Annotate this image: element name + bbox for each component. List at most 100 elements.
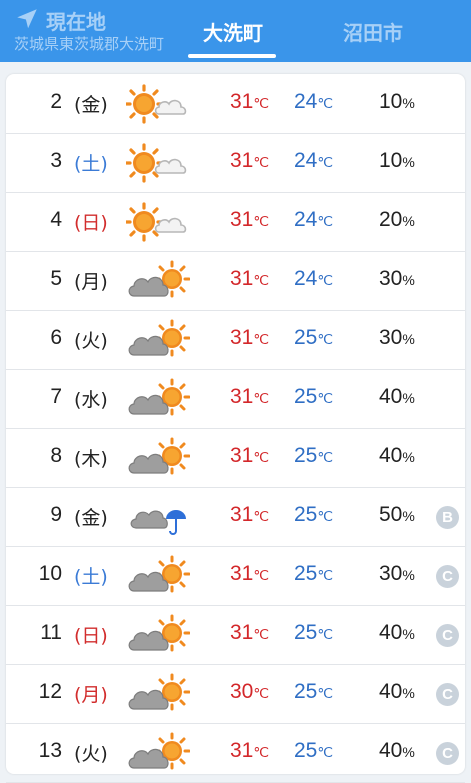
reliability-badge: B bbox=[436, 506, 459, 529]
tab-label: 沼田市 bbox=[343, 21, 403, 45]
precipitation-probability: 10% bbox=[379, 149, 415, 172]
low-temperature: 25℃ bbox=[294, 680, 334, 703]
high-temperature: 31℃ bbox=[230, 90, 270, 113]
header-bar: 現在地 茨城県東茨城郡大洗町 大洗町 沼田市 bbox=[0, 0, 471, 62]
reliability-badge: C bbox=[436, 742, 459, 765]
cloudy-then-sunny-icon bbox=[128, 732, 190, 770]
low-temperature: 24℃ bbox=[294, 208, 334, 231]
high-temperature: 31℃ bbox=[230, 562, 270, 585]
precipitation-probability: 40% bbox=[379, 680, 415, 703]
forecast-row[interactable]: 10 (土) 31℃ 25℃ 30% C bbox=[6, 546, 465, 606]
reliability-badge: C bbox=[436, 565, 459, 588]
day-of-week: (火) bbox=[74, 743, 108, 765]
day-of-week: (月) bbox=[74, 271, 108, 293]
forecast-row[interactable]: 8 (木) 31℃ 25℃ 40% bbox=[6, 428, 465, 488]
forecast-list[interactable]: 2 (金) 31℃ 24℃ 10% 3 (土) 31℃ 24℃ 10% 4 (日… bbox=[6, 74, 465, 783]
day-of-week: (水) bbox=[74, 389, 108, 411]
day-of-week: (木) bbox=[74, 448, 108, 470]
high-temperature: 30℃ bbox=[230, 680, 270, 703]
forecast-row[interactable]: 11 (日) 31℃ 25℃ 40% C bbox=[6, 605, 465, 665]
cloudy-then-sunny-icon bbox=[128, 555, 190, 593]
precipitation-probability: 20% bbox=[379, 208, 415, 231]
low-temperature: 24℃ bbox=[294, 90, 334, 113]
cloudy-then-sunny-icon bbox=[128, 614, 190, 652]
tab-numata[interactable]: 沼田市 bbox=[318, 0, 428, 62]
location-arrow-icon bbox=[17, 9, 37, 29]
day-number: 5 bbox=[50, 267, 62, 290]
cloudy-then-sunny-icon bbox=[128, 319, 190, 357]
day-number: 12 bbox=[38, 680, 62, 703]
low-temperature: 24℃ bbox=[294, 267, 334, 290]
high-temperature: 31℃ bbox=[230, 149, 270, 172]
low-temperature: 25℃ bbox=[294, 444, 334, 467]
forecast-row[interactable]: 6 (火) 31℃ 25℃ 30% bbox=[6, 310, 465, 370]
precipitation-probability: 30% bbox=[379, 326, 415, 349]
day-number: 3 bbox=[50, 149, 62, 172]
day-number: 11 bbox=[40, 621, 62, 644]
day-of-week: (土) bbox=[74, 153, 108, 175]
high-temperature: 31℃ bbox=[230, 621, 270, 644]
reliability-badge: C bbox=[436, 683, 459, 706]
current-location-title: 現在地 bbox=[46, 10, 106, 34]
sunny-then-cloudy-icon bbox=[126, 202, 187, 242]
forecast-row[interactable]: 13 (火) 31℃ 25℃ 40% C bbox=[6, 723, 465, 783]
low-temperature: 25℃ bbox=[294, 739, 334, 762]
forecast-row[interactable]: 2 (金) 31℃ 24℃ 10% bbox=[6, 74, 465, 134]
high-temperature: 31℃ bbox=[230, 326, 270, 349]
day-number: 13 bbox=[38, 739, 62, 762]
precipitation-probability: 40% bbox=[379, 385, 415, 408]
high-temperature: 31℃ bbox=[230, 444, 270, 467]
high-temperature: 31℃ bbox=[230, 385, 270, 408]
precipitation-probability: 40% bbox=[379, 621, 415, 644]
day-number: 8 bbox=[50, 444, 62, 467]
reliability-badge: C bbox=[436, 624, 459, 647]
cloudy-then-sunny-icon bbox=[128, 437, 190, 475]
day-of-week: (金) bbox=[74, 94, 108, 116]
day-number: 2 bbox=[50, 90, 62, 113]
cloudy-then-sunny-icon bbox=[128, 260, 190, 298]
day-of-week: (月) bbox=[74, 684, 108, 706]
high-temperature: 31℃ bbox=[230, 739, 270, 762]
low-temperature: 24℃ bbox=[294, 149, 334, 172]
precipitation-probability: 30% bbox=[379, 562, 415, 585]
low-temperature: 25℃ bbox=[294, 326, 334, 349]
day-of-week: (火) bbox=[74, 330, 108, 352]
high-temperature: 31℃ bbox=[230, 267, 270, 290]
day-number: 4 bbox=[50, 208, 62, 231]
low-temperature: 25℃ bbox=[294, 503, 334, 526]
day-of-week: (日) bbox=[74, 625, 108, 647]
precipitation-probability: 40% bbox=[379, 444, 415, 467]
low-temperature: 25℃ bbox=[294, 621, 334, 644]
low-temperature: 25℃ bbox=[294, 385, 334, 408]
forecast-row[interactable]: 3 (土) 31℃ 24℃ 10% bbox=[6, 133, 465, 193]
tab-current-location[interactable]: 現在地 茨城県東茨城郡大洗町 bbox=[0, 0, 170, 62]
day-of-week: (金) bbox=[74, 507, 108, 529]
forecast-row[interactable]: 5 (月) 31℃ 24℃ 30% bbox=[6, 251, 465, 311]
active-tab-indicator bbox=[188, 54, 276, 58]
forecast-row[interactable]: 12 (月) 30℃ 25℃ 40% C bbox=[6, 664, 465, 724]
day-number: 9 bbox=[50, 503, 62, 526]
forecast-row[interactable]: 9 (金) 31℃ 25℃ 50% B bbox=[6, 487, 465, 547]
sunny-then-cloudy-icon bbox=[126, 143, 187, 183]
forecast-row[interactable]: 7 (水) 31℃ 25℃ 40% bbox=[6, 369, 465, 429]
current-location-address: 茨城県東茨城郡大洗町 bbox=[14, 35, 165, 53]
low-temperature: 25℃ bbox=[294, 562, 334, 585]
cloudy-then-sunny-icon bbox=[128, 378, 190, 416]
day-number: 6 bbox=[50, 326, 62, 349]
tab-oarai[interactable]: 大洗町 bbox=[178, 0, 288, 62]
day-of-week: (土) bbox=[74, 566, 108, 588]
forecast-row[interactable]: 4 (日) 31℃ 24℃ 20% bbox=[6, 192, 465, 252]
day-number: 10 bbox=[38, 562, 62, 585]
day-of-week: (日) bbox=[74, 212, 108, 234]
precipitation-probability: 30% bbox=[379, 267, 415, 290]
cloudy-then-sunny-icon bbox=[128, 673, 190, 711]
day-number: 7 bbox=[50, 385, 62, 408]
precipitation-probability: 40% bbox=[379, 739, 415, 762]
high-temperature: 31℃ bbox=[230, 503, 270, 526]
sunny-then-cloudy-icon bbox=[126, 84, 187, 124]
precipitation-probability: 50% bbox=[379, 503, 415, 526]
precipitation-probability: 10% bbox=[379, 90, 415, 113]
cloudy-then-rain-icon bbox=[130, 510, 186, 535]
tab-label: 大洗町 bbox=[203, 21, 263, 45]
high-temperature: 31℃ bbox=[230, 208, 270, 231]
